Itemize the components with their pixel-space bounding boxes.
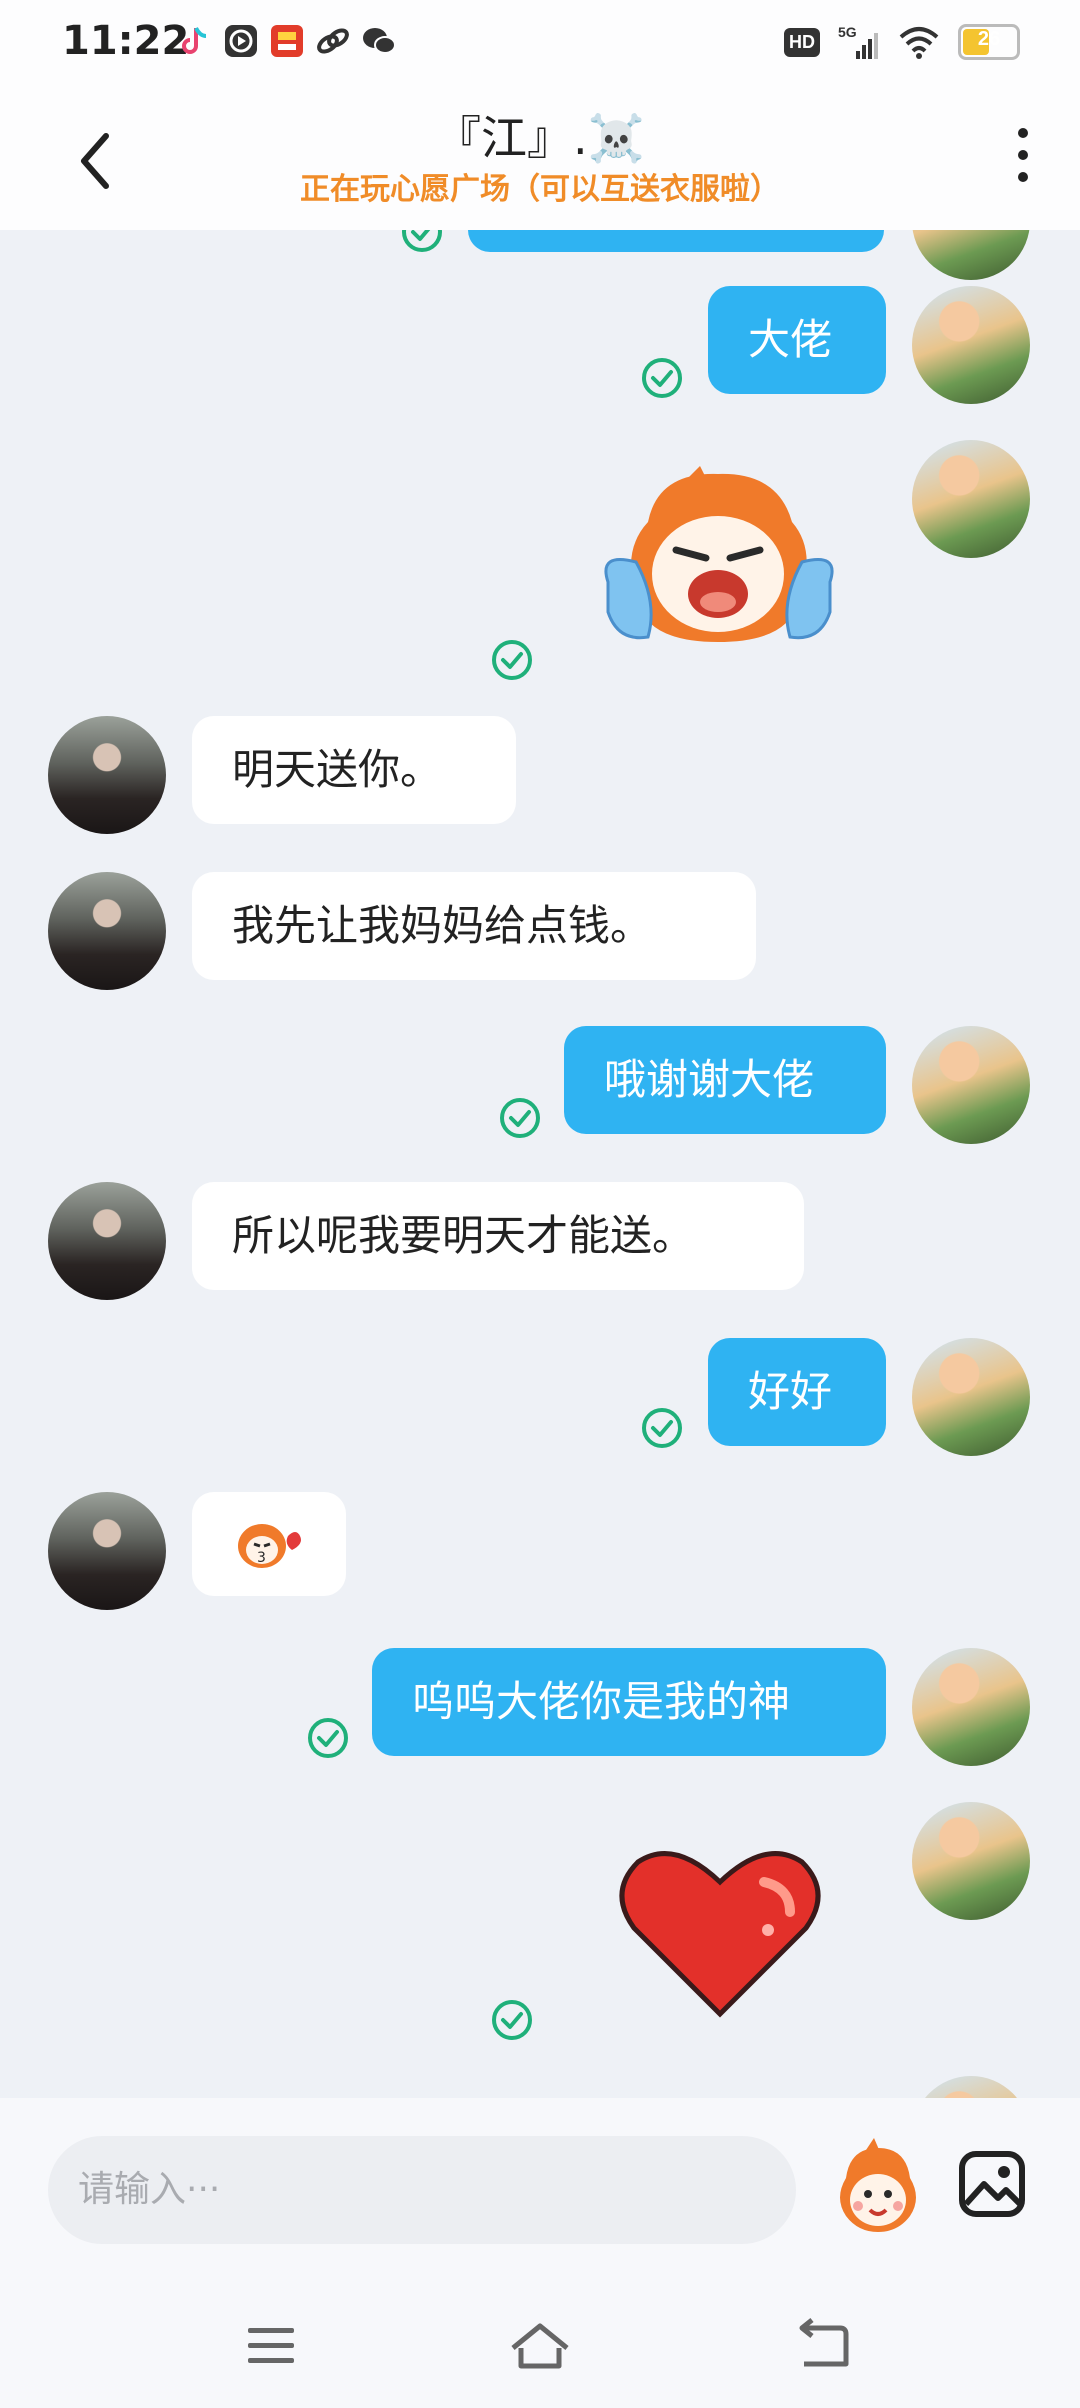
status-time: 11:22 [62, 18, 190, 64]
contact-avatar[interactable] [48, 872, 166, 990]
hd-badge: HD [784, 27, 820, 57]
my-avatar[interactable] [912, 1648, 1030, 1766]
read-check-icon [642, 358, 682, 398]
message-bubble-me[interactable]: 大佬 [708, 286, 886, 394]
my-avatar[interactable] [912, 440, 1030, 558]
chat-header: 『江』.☠️ 正在玩心愿广场（可以互送衣服啦） [0, 84, 1080, 230]
wifi-icon [899, 27, 939, 59]
message-bubble-contact[interactable]: 所以呢我要明天才能送。 [192, 1182, 804, 1290]
battery-icon: 26 [958, 24, 1020, 60]
home-icon[interactable] [505, 2318, 575, 2374]
status-bar: 11:22 HD 5G 26 [0, 0, 1080, 84]
kiss-mascot-sticker: 3 [238, 1524, 301, 1568]
my-avatar[interactable] [912, 286, 1030, 404]
more-options-icon[interactable] [1008, 128, 1038, 194]
svg-text:3: 3 [257, 1550, 266, 1566]
battery-percent: 26 [977, 28, 1001, 50]
menu-icon[interactable] [236, 2318, 306, 2374]
message-bubble-me[interactable]: 好好 [708, 1338, 886, 1446]
read-check-icon [402, 230, 442, 252]
my-avatar[interactable] [912, 1338, 1030, 1456]
my-avatar[interactable] [912, 1026, 1030, 1144]
my-avatar[interactable] [912, 1802, 1030, 1920]
heart-sticker[interactable] [614, 1842, 826, 2022]
read-check-icon [642, 1408, 682, 1448]
message-input-bar: 请输入··· [0, 2098, 1080, 2278]
contact-avatar[interactable] [48, 1182, 166, 1300]
message-bubble-contact[interactable]: 我先让我妈妈给点钱。 [192, 872, 756, 980]
message-bubble-me[interactable]: 呜呜大佬你是我的神 [372, 1648, 886, 1756]
message-bubble-contact[interactable]: 3 [192, 1492, 346, 1596]
tiktok-icon [182, 27, 207, 54]
shopping-icon [271, 25, 303, 57]
my-avatar[interactable] [912, 2076, 1030, 2098]
network-type: 5G [838, 24, 857, 40]
system-navigation-bar [0, 2278, 1080, 2408]
message-bubble-contact[interactable]: 明天送你。 [192, 716, 516, 824]
signal-icon: 5G [838, 24, 878, 59]
read-check-icon [492, 640, 532, 680]
read-check-icon [308, 1718, 348, 1758]
contact-avatar[interactable] [48, 716, 166, 834]
image-picker-icon[interactable] [958, 2150, 1026, 2218]
chat-status-subtitle: 正在玩心愿广场（可以互送衣服啦） [300, 172, 780, 207]
chat-title: 『江』.☠️ [435, 111, 645, 165]
crying-mascot-sticker[interactable] [588, 462, 850, 662]
back-navigation-icon[interactable] [790, 2318, 860, 2374]
message-input[interactable]: 请输入··· [48, 2136, 796, 2244]
wechat-icon [363, 28, 396, 54]
message-list[interactable]: 大佬 明天送你。 我先让我妈妈给点钱。 哦谢谢大佬 所以呢我要明天才能送。 好好 [0, 230, 1080, 2098]
contact-avatar[interactable] [48, 1492, 166, 1610]
message-bubble-me[interactable]: 哦谢谢大佬 [564, 1026, 886, 1134]
mascot-emoji-icon[interactable] [828, 2138, 928, 2238]
link-icon [317, 28, 349, 54]
video-player-icon [225, 25, 257, 57]
message-bubble-partial [468, 230, 884, 252]
my-avatar[interactable] [912, 230, 1030, 280]
read-check-icon [492, 2000, 532, 2040]
read-check-icon [500, 1098, 540, 1138]
